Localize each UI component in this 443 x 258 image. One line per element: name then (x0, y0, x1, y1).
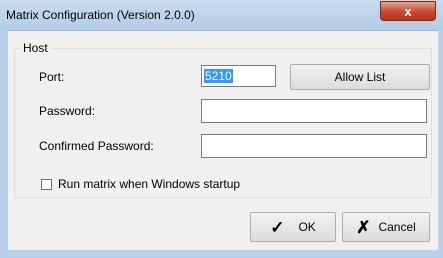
cancel-label: Cancel (378, 220, 416, 234)
ok-button[interactable]: ✓ OK (250, 212, 336, 242)
confirmed-password-label: Confirmed Password: (39, 139, 154, 153)
cancel-button[interactable]: ✗ Cancel (342, 212, 430, 242)
window-frame-right (438, 30, 443, 258)
close-icon: x (404, 3, 412, 19)
window-frame-left (0, 30, 8, 258)
password-label: Password: (39, 104, 96, 118)
port-input[interactable]: 5210 (201, 65, 276, 87)
startup-checkbox-label: Run matrix when Windows startup (58, 177, 241, 191)
close-button[interactable]: x (380, 1, 436, 21)
port-value: 5210 (204, 69, 233, 83)
password-field[interactable] (201, 99, 427, 123)
x-mark-icon: ✗ (356, 217, 371, 237)
startup-checkbox[interactable] (41, 179, 52, 190)
window-title: Matrix Configuration (Version 2.0.0) (6, 8, 195, 22)
ok-label: OK (298, 220, 316, 234)
dialog-window: Matrix Configuration (Version 2.0.0) x H… (0, 0, 443, 258)
host-group-label: Host (20, 41, 51, 55)
confirmed-password-field[interactable] (201, 134, 427, 158)
allow-list-button[interactable]: Allow List (290, 64, 430, 90)
title-bar[interactable]: Matrix Configuration (Version 2.0.0) x (0, 0, 443, 31)
checkmark-icon: ✓ (270, 217, 285, 237)
window-frame-bottom (0, 250, 443, 258)
port-label: Port: (39, 70, 65, 84)
allow-list-label: Allow List (334, 70, 386, 84)
